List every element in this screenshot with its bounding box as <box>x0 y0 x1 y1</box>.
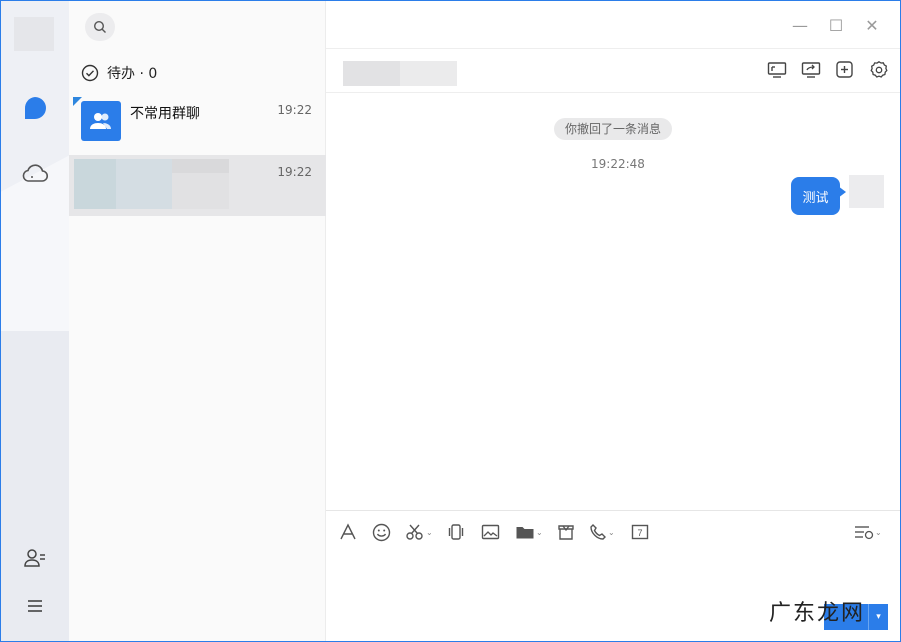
conversation-item-active[interactable]: 19:22 <box>69 155 326 216</box>
minimize-icon: — <box>792 15 808 35</box>
cloud-icon[interactable] <box>21 159 49 187</box>
chevron-down-icon[interactable]: ⌄ <box>536 528 543 537</box>
minimize-button[interactable]: — <box>790 15 810 35</box>
chevron-down-icon[interactable]: ⌄ <box>608 528 615 537</box>
search-icon <box>93 20 107 34</box>
search-button[interactable] <box>85 13 115 41</box>
phone-icon[interactable]: ⌄ <box>589 522 615 542</box>
conversation-time: 19:22 <box>277 165 312 179</box>
my-avatar[interactable] <box>849 175 884 208</box>
my-message-bubble[interactable]: 测试 <box>791 177 840 215</box>
blurred-name <box>116 159 172 209</box>
shake-icon[interactable] <box>447 522 465 542</box>
chat-header <box>326 49 900 93</box>
watermark: 广东龙网 <box>769 601 866 626</box>
settings-icon[interactable] <box>868 59 890 81</box>
conversation-list-panel: 待办 · 0 不常用群聊 19:22 19:22 <box>69 1 326 641</box>
history-icon[interactable]: ⌄ <box>854 522 882 542</box>
user-avatar[interactable] <box>14 17 54 51</box>
image-icon[interactable] <box>481 522 500 542</box>
close-icon: ✕ <box>865 15 879 35</box>
chat-title <box>343 61 457 86</box>
calendar-icon[interactable]: 7 <box>631 522 649 542</box>
maximize-button[interactable]: ☐ <box>826 15 846 35</box>
message-timestamp: 19:22:48 <box>591 157 645 171</box>
conversation-item[interactable]: 不常用群聊 19:22 <box>69 93 326 154</box>
check-circle-icon <box>81 64 99 82</box>
chat-panel: — ☐ ✕ 你撤回了一条消息 19:22:48 测试 ⌄ ⌄ ⌄ 7 ⌄ ▾ 广… <box>326 1 900 641</box>
menu-icon[interactable] <box>21 592 49 620</box>
add-member-icon[interactable] <box>834 59 856 81</box>
conversation-name: 不常用群聊 <box>130 106 200 122</box>
title-bar: — ☐ ✕ <box>326 1 900 49</box>
remote-desktop-icon[interactable] <box>800 59 822 81</box>
recall-notice: 你撤回了一条消息 <box>554 118 673 140</box>
screenshot-icon[interactable]: ⌄ <box>405 522 433 542</box>
red-packet-icon[interactable] <box>557 522 575 542</box>
send-options-dropdown[interactable]: ▾ <box>868 604 888 630</box>
maximize-icon: ☐ <box>828 15 844 35</box>
group-icon <box>88 111 114 131</box>
app-window: 待办 · 0 不常用群聊 19:22 19:22 — ☐ ✕ 你撤回了一条消息 … <box>0 0 901 642</box>
group-avatar <box>81 101 121 141</box>
blurred-preview <box>172 173 229 209</box>
emoji-icon[interactable] <box>372 522 391 542</box>
todo-entry[interactable]: 待办 · 0 <box>81 63 157 83</box>
left-rail <box>1 1 69 641</box>
input-toolbar: ⌄ ⌄ ⌄ 7 ⌄ <box>326 510 900 552</box>
close-button[interactable]: ✕ <box>862 15 882 35</box>
bubble-tail <box>838 186 846 198</box>
chevron-down-icon[interactable]: ⌄ <box>875 528 882 537</box>
contacts-icon[interactable] <box>21 544 49 572</box>
screen-share-icon[interactable] <box>766 59 788 81</box>
font-icon[interactable] <box>339 522 357 542</box>
conversation-time: 19:22 <box>277 103 312 117</box>
calendar-day: 7 <box>637 528 642 538</box>
folder-icon[interactable]: ⌄ <box>515 522 543 542</box>
chevron-down-icon[interactable]: ⌄ <box>426 528 433 537</box>
blurred-avatar <box>74 159 116 209</box>
todo-label: 待办 · 0 <box>107 66 158 82</box>
blurred-text <box>172 159 229 173</box>
chat-bubble-icon[interactable] <box>21 94 49 122</box>
